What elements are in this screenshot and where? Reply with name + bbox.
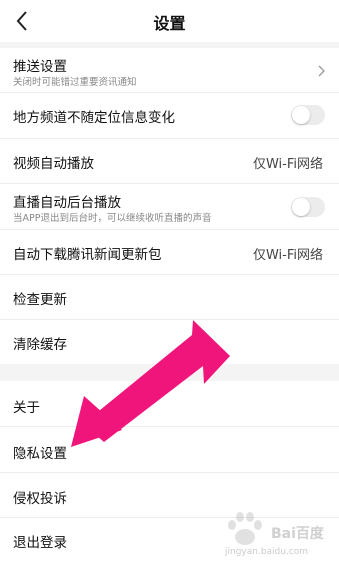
clear-cache-label: 清除缓存 xyxy=(13,337,67,353)
logout-label: 退出登录 xyxy=(13,535,67,551)
video-autoplay-label: 视频自动播放 xyxy=(13,156,94,172)
local-channel-label: 地方频道不随定位信息变化 xyxy=(13,110,175,126)
paw-logo-icon xyxy=(228,512,262,545)
video-autoplay-row[interactable]: 视频自动播放 仅Wi-Fi网络 xyxy=(0,139,339,184)
about-label: 关于 xyxy=(13,400,40,416)
live-background-row: 直播自动后台播放 当APP退出到后台时，可以继续收听直播的声音 xyxy=(0,184,339,230)
clear-cache-row[interactable]: 清除缓存 xyxy=(0,320,339,364)
complaint-label: 侵权投诉 xyxy=(13,491,67,507)
page-title: 设置 xyxy=(153,14,186,33)
privacy-settings-row[interactable]: 隐私设置 xyxy=(0,427,339,473)
live-background-label: 直播自动后台播放 xyxy=(13,195,121,211)
push-settings-subtitle: 关闭时可能错过重要资讯通知 xyxy=(13,77,137,88)
video-autoplay-value: 仅Wi-Fi网络 xyxy=(252,157,323,172)
privacy-settings-label: 隐私设置 xyxy=(13,446,67,462)
top-bar: 设置 xyxy=(0,0,339,42)
watermark-url: jingyan.baidu.com xyxy=(225,547,309,557)
auto-download-label: 自动下载腾讯新闻更新包 xyxy=(13,247,162,263)
check-update-label: 检查更新 xyxy=(13,292,67,308)
check-update-row[interactable]: 检查更新 xyxy=(0,275,339,320)
local-channel-toggle[interactable] xyxy=(291,105,325,125)
push-settings-row[interactable]: 推送设置 关闭时可能错过重要资讯通知 xyxy=(0,48,339,93)
local-channel-row: 地方频道不随定位信息变化 xyxy=(0,93,339,139)
live-background-subtitle: 当APP退出到后台时，可以继续收听直播的声音 xyxy=(13,213,212,224)
about-row[interactable]: 关于 xyxy=(0,381,339,427)
settings-group: 推送设置 关闭时可能错过重要资讯通知 地方频道不随定位信息变化 视频自动播放 仅… xyxy=(0,48,339,364)
watermark-brand: Bai百度 xyxy=(271,526,324,542)
auto-download-row[interactable]: 自动下载腾讯新闻更新包 仅Wi-Fi网络 xyxy=(0,230,339,275)
live-background-toggle[interactable] xyxy=(291,197,325,217)
push-settings-label: 推送设置 xyxy=(13,59,67,75)
baidu-watermark: Bai百度 jingyan.baidu.com xyxy=(219,507,329,567)
chevron-right-icon xyxy=(318,65,325,77)
auto-download-value: 仅Wi-Fi网络 xyxy=(252,248,323,263)
